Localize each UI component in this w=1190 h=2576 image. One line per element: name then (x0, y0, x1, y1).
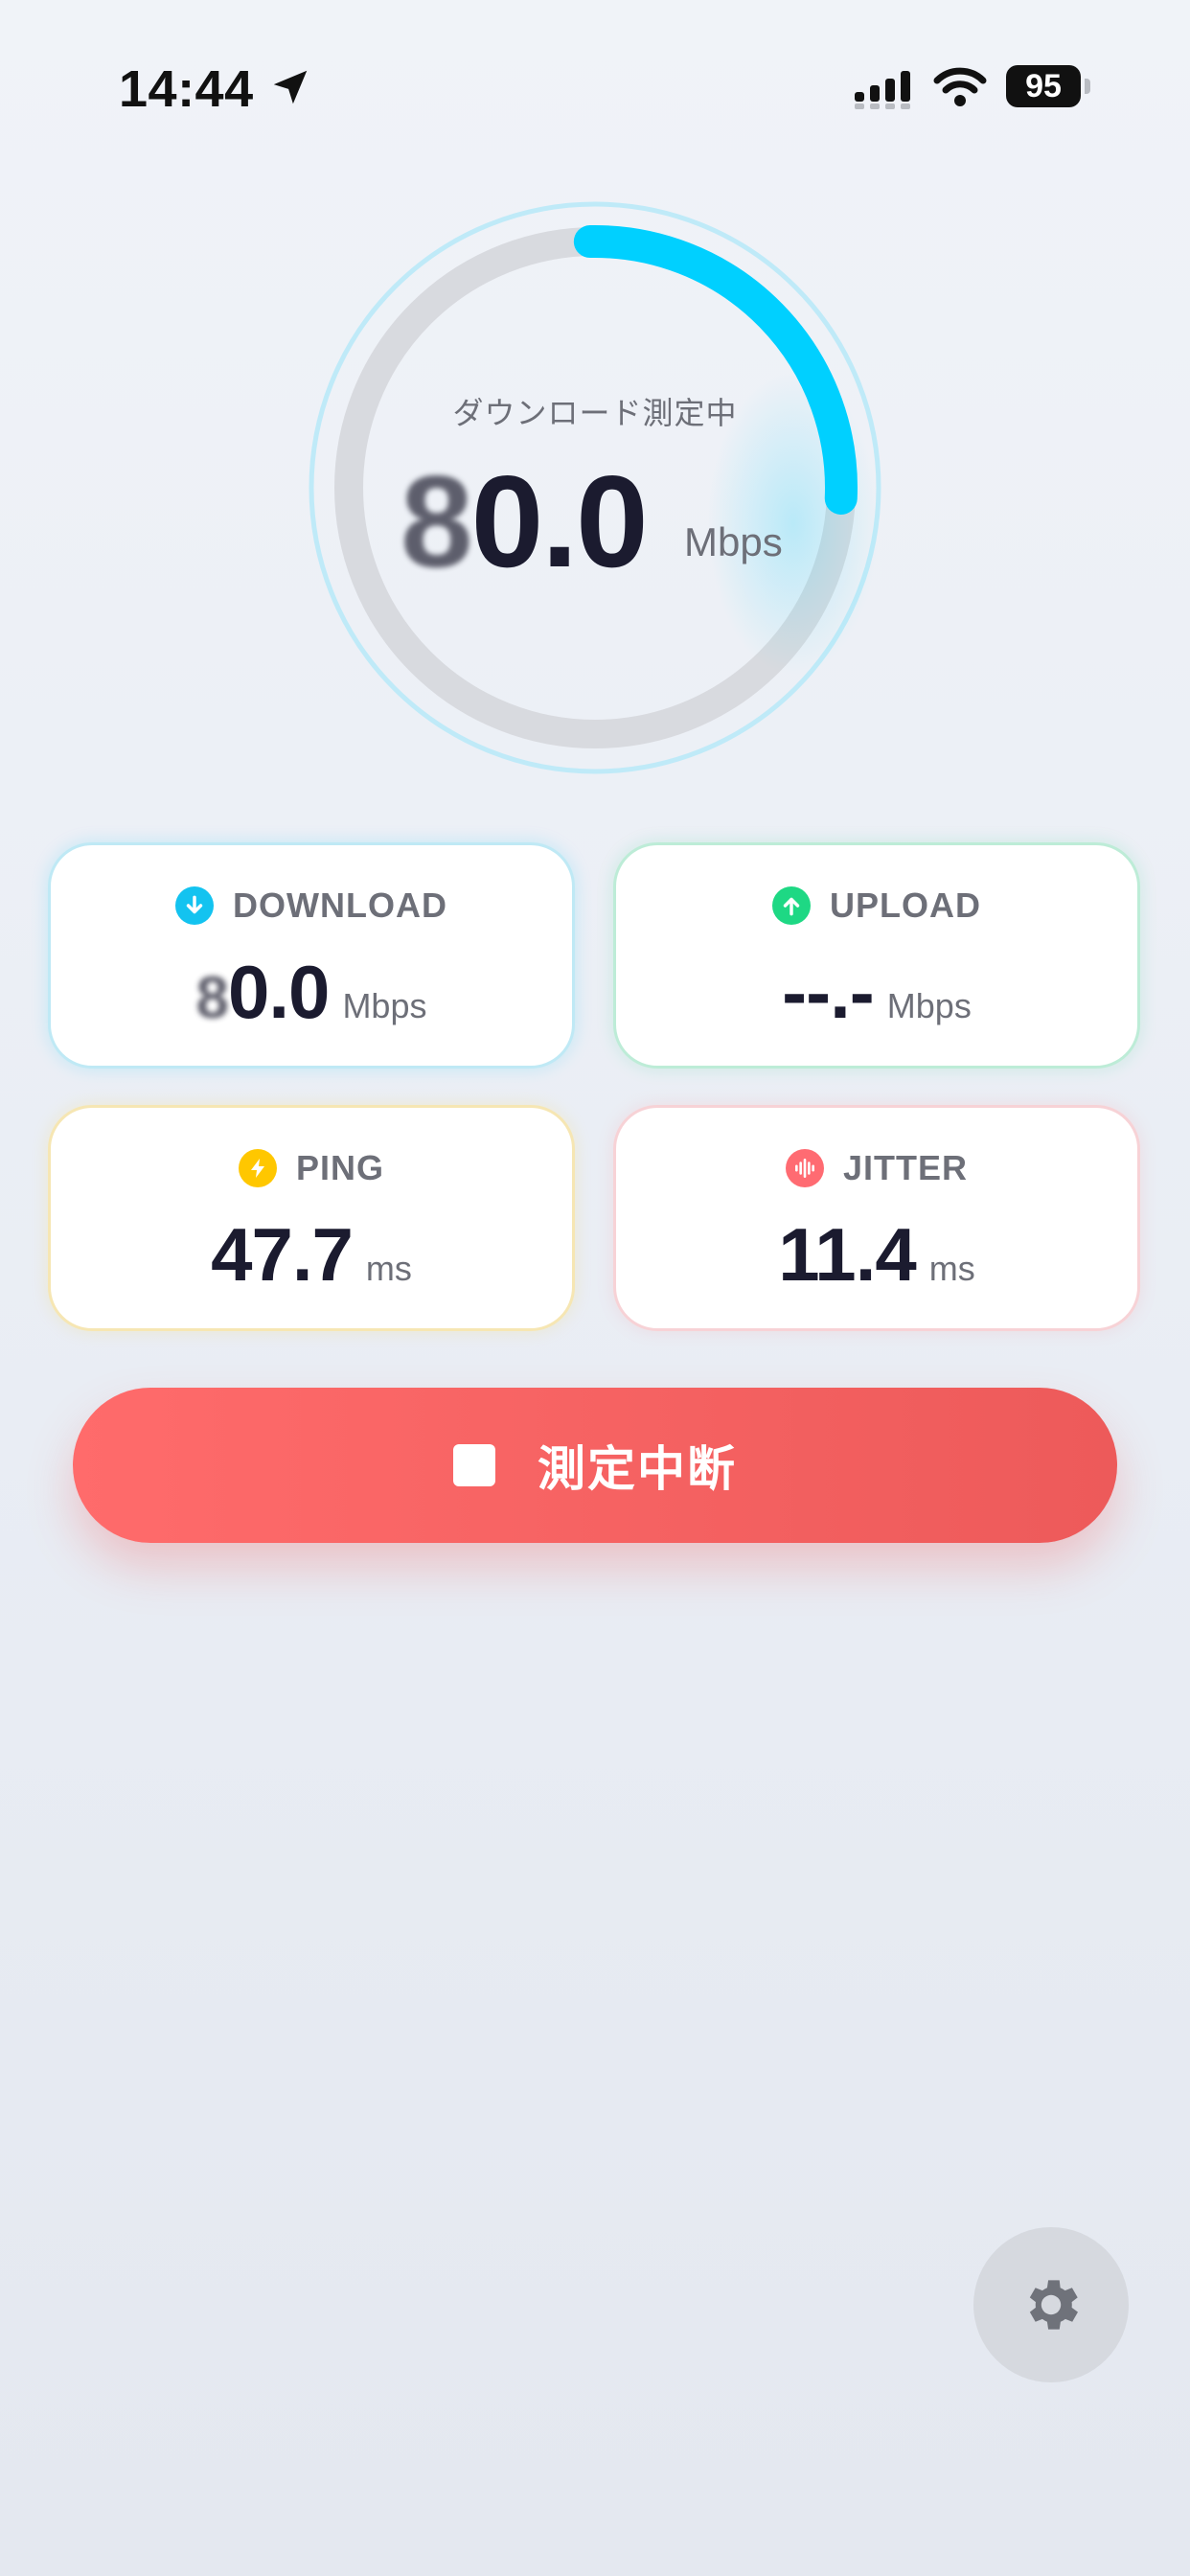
jitter-card-header: JITTER (616, 1148, 1137, 1188)
arrow-down-icon (175, 886, 215, 925)
stop-measurement-button[interactable]: 測定中断 (73, 1388, 1117, 1543)
location-arrow-icon (273, 70, 308, 104)
gauge-blurred-digit: 8 (400, 448, 473, 594)
speed-test-screen: 14:44 95 ダウンロード測定中 80.0 Mbps DOWNLOAD 80… (0, 0, 1190, 2576)
upload-card-header: UPLOAD (616, 886, 1137, 926)
jitter-reading: 11.4 ms (616, 1211, 1137, 1299)
download-card-header: DOWNLOAD (51, 886, 572, 926)
download-reading: 80.0 Mbps (51, 949, 572, 1036)
upload-title: UPLOAD (830, 886, 981, 925)
download-card: DOWNLOAD 80.0 Mbps (48, 842, 575, 1069)
ping-reading: 47.7 ms (51, 1211, 572, 1299)
status-bar: 14:44 95 (0, 0, 1190, 172)
gauge-status-label: ダウンロード測定中 (452, 396, 738, 430)
gauge-unit: Mbps (684, 519, 783, 564)
ping-title: PING (295, 1148, 384, 1187)
upload-unit: Mbps (886, 986, 972, 1025)
battery-tip (1085, 79, 1090, 94)
download-value: 80.0 (195, 949, 331, 1036)
ping-value: 47.7 (211, 1212, 354, 1297)
jitter-unit: ms (928, 1249, 975, 1288)
ping-unit: ms (365, 1249, 412, 1288)
upload-card: UPLOAD --.- Mbps (613, 842, 1140, 1069)
download-unit: Mbps (342, 986, 427, 1025)
ping-card-header: PING (51, 1148, 572, 1188)
download-value-rest: 0.0 (228, 950, 330, 1034)
cellular-signal-icon (855, 71, 910, 109)
status-time: 14:44 (119, 60, 254, 118)
wifi-icon (933, 67, 987, 106)
battery-indicator: 95 (1006, 65, 1081, 107)
arrow-up-icon (772, 886, 811, 925)
settings-button[interactable] (973, 2227, 1129, 2382)
gauge-speed-value: 80.0 (400, 447, 649, 596)
download-blurred-digit: 8 (195, 965, 229, 1031)
stop-button-label: 測定中断 (538, 1442, 737, 1496)
bolt-icon (238, 1149, 277, 1187)
jitter-title: JITTER (842, 1148, 968, 1187)
ping-card: PING 47.7 ms (48, 1105, 575, 1331)
jitter-value: 11.4 (778, 1212, 917, 1297)
speed-gauge: ダウンロード測定中 80.0 Mbps (305, 197, 885, 778)
gear-icon (1029, 2280, 1078, 2330)
waveform-icon (785, 1149, 824, 1187)
upload-reading: --.- Mbps (616, 949, 1137, 1036)
download-title: DOWNLOAD (233, 886, 447, 925)
stop-icon (453, 1444, 495, 1486)
upload-value: --.- (782, 950, 875, 1034)
gauge-value-rest: 0.0 (470, 448, 649, 594)
jitter-card: JITTER 11.4 ms (613, 1105, 1140, 1331)
